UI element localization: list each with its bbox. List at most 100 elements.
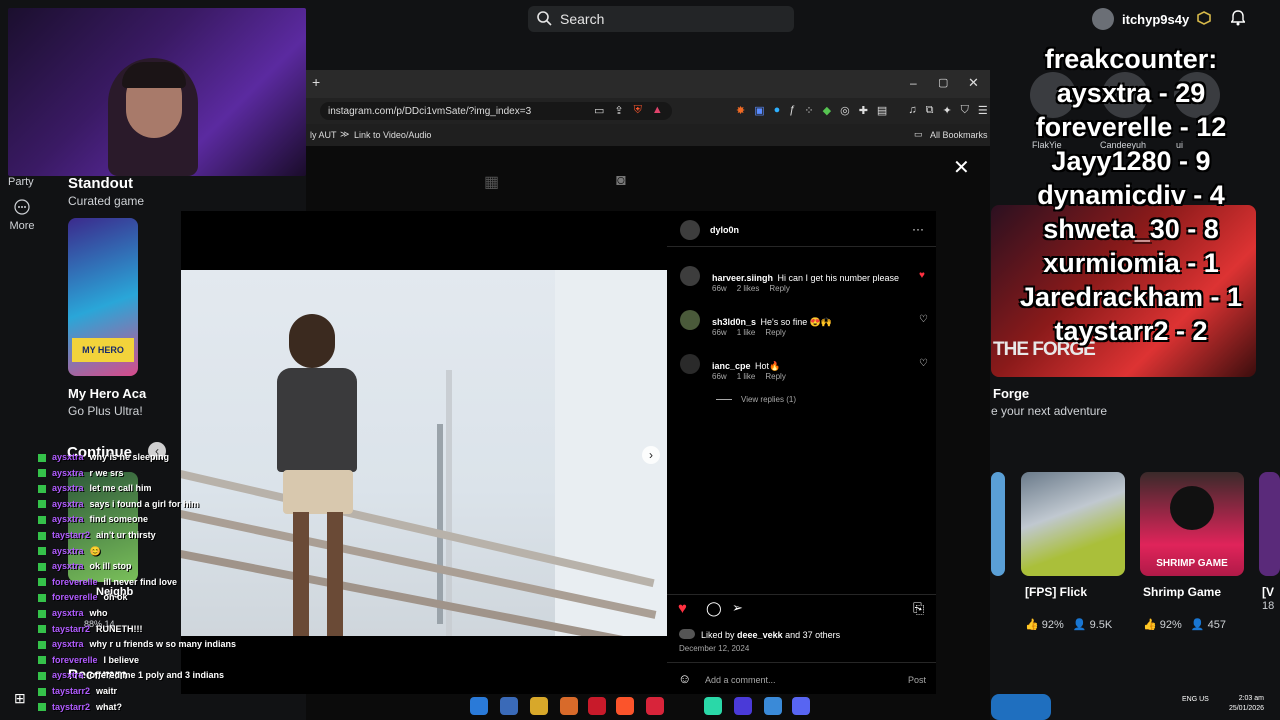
game-title-forge[interactable]: Forge — [993, 386, 1029, 401]
game-thumbnail-partial[interactable] — [991, 472, 1005, 576]
bookmark-1[interactable]: ly AUT — [310, 130, 337, 140]
author-avatar[interactable] — [680, 220, 700, 240]
chat-message: aysxtra why r u friends w so many indians — [38, 637, 278, 653]
extension-icon-6[interactable]: ◆ — [823, 104, 831, 117]
sidebar-icon[interactable]: ▤ — [877, 104, 887, 117]
system-tray[interactable]: ENG US 2:03 am 25/01/2026 — [1164, 694, 1280, 720]
chat-text: r we srs — [89, 467, 124, 478]
comment-avatar[interactable] — [680, 354, 700, 374]
comment-reply[interactable]: Reply — [765, 372, 785, 381]
puzzle-icon[interactable]: ✚ — [859, 104, 868, 117]
heart-icon[interactable]: ♡ — [919, 358, 928, 369]
menu-icon[interactable]: ☰ — [978, 104, 988, 117]
chat-message: aysxtra r we srs — [38, 466, 278, 482]
game-title-flick[interactable]: [FPS] Flick — [1025, 585, 1087, 599]
start-icon[interactable] — [470, 697, 488, 715]
liked-by-user[interactable]: deee_vekk — [737, 630, 783, 640]
post-comment-button[interactable]: Post — [908, 675, 926, 685]
game-thumbnail-my-hero[interactable]: MY HERO — [68, 218, 138, 376]
comment-user[interactable]: sh3ld0n_s — [712, 317, 756, 327]
extension-icon-1[interactable]: ✸ — [736, 104, 745, 117]
comment-input[interactable]: Add a comment... — [705, 675, 776, 685]
windows-start-icon[interactable]: ⊞ — [14, 690, 26, 707]
avatar — [1092, 8, 1114, 30]
taskbar-app-icon[interactable] — [500, 697, 518, 715]
chat-message: aysxtra why is he sleeping — [38, 450, 278, 466]
taskbar-app-icon[interactable] — [560, 697, 578, 715]
close-window-icon[interactable]: ✕ — [968, 75, 979, 91]
view-replies[interactable]: View replies (1) — [741, 395, 796, 404]
install-icon[interactable]: ▭ — [594, 104, 604, 117]
taskbar-app-icon[interactable] — [704, 697, 722, 715]
share-icon[interactable]: ⇪ — [614, 104, 623, 117]
taskbar-app-icon[interactable] — [734, 697, 752, 715]
post-date: December 12, 2024 — [679, 644, 750, 653]
taskbar-app-icon[interactable] — [588, 697, 606, 715]
game-title-my-hero[interactable]: My Hero Aca — [68, 386, 146, 401]
comment-likes[interactable]: 1 like — [737, 328, 756, 337]
all-bookmarks[interactable]: All Bookmarks — [930, 130, 988, 140]
vpn-icon[interactable]: ⛉ — [961, 104, 969, 117]
new-tab-icon[interactable]: + — [312, 74, 320, 90]
tabs-icon[interactable]: ⧉ — [926, 104, 934, 117]
minimize-icon[interactable]: – — [910, 76, 917, 90]
discord-icon[interactable] — [792, 697, 810, 715]
next-image-button[interactable]: › — [642, 446, 660, 464]
comment-reply[interactable]: Reply — [765, 328, 785, 337]
leo-icon[interactable]: ✦ — [942, 104, 951, 117]
comment-reply[interactable]: Reply — [769, 284, 789, 293]
bookmark-2[interactable]: Link to Video/Audio — [354, 130, 431, 140]
taskbar-app-icon[interactable] — [646, 697, 664, 715]
brave-rewards-icon[interactable]: ▲ — [652, 104, 663, 117]
extension-icon-4[interactable]: ƒ — [789, 104, 795, 117]
post-author[interactable]: dylo0n — [710, 225, 739, 235]
more-options-icon[interactable]: ··· — [912, 222, 924, 236]
comment-likes[interactable]: 2 likes — [737, 284, 760, 293]
user-menu[interactable]: itchyp9s4y — [1092, 6, 1247, 32]
comment-likes[interactable]: 1 like — [737, 372, 756, 381]
close-modal-icon[interactable]: ✕ — [953, 155, 970, 180]
extension-icon-2[interactable]: ▣ — [754, 104, 764, 117]
extension-icon-5[interactable]: ⁘ — [804, 104, 813, 117]
heart-liked-icon[interactable]: ♥ — [919, 270, 925, 281]
game-title-partial[interactable]: [V — [1262, 585, 1274, 599]
chat-username: aysxtra — [52, 498, 84, 509]
maximize-icon[interactable]: ▢ — [938, 76, 948, 89]
share-icon[interactable]: ➢ — [732, 600, 743, 616]
media-icon[interactable]: ♫ — [908, 104, 916, 117]
game-thumbnail-partial-right[interactable] — [1259, 472, 1280, 576]
tagged-icon[interactable]: ◙ — [616, 172, 626, 190]
extensions-toolbar: ✸ ▣ ● ƒ ⁘ ◆ ◎ ✚ ▤ ♫ ⧉ ✦ ⛉ ☰ — [736, 104, 988, 117]
game-thumbnail-bottom[interactable] — [991, 694, 1051, 720]
grid-icon[interactable]: ▦ — [484, 172, 499, 192]
brave-icon[interactable] — [616, 697, 634, 715]
chat-message: aysxtra offered me 1 poly and 3 indians — [38, 668, 278, 684]
comment-user[interactable]: harveer.siingh — [712, 273, 773, 283]
bell-icon[interactable] — [1230, 9, 1247, 29]
game-thumbnail-shrimp[interactable]: SHRIMP GAME — [1140, 472, 1244, 576]
comment-avatar[interactable] — [680, 310, 700, 330]
comment-avatar[interactable] — [680, 266, 700, 286]
browser-tab-strip: + – ▢ ✕ — [306, 70, 990, 98]
like-button-icon[interactable]: ♥ — [678, 600, 687, 617]
taskbar-app-icon[interactable] — [764, 697, 782, 715]
robux-icon[interactable] — [1197, 10, 1212, 28]
liked-by-rest[interactable]: and 37 others — [785, 630, 840, 640]
chat-badge-icon — [38, 593, 46, 602]
extension-icon-3[interactable]: ● — [774, 104, 781, 117]
extension-icon-7[interactable]: ◎ — [840, 104, 850, 117]
comment-user[interactable]: ianc_cpe — [712, 361, 751, 371]
divider — [667, 246, 936, 247]
chat-badge-icon — [38, 484, 46, 493]
comment-icon[interactable]: ◯ — [706, 600, 722, 617]
brave-shield-icon[interactable]: ⛨ — [634, 104, 642, 117]
search-input[interactable]: Search — [528, 6, 794, 32]
emoji-icon[interactable]: ☺ — [678, 671, 691, 686]
save-bookmark-icon[interactable]: ⎘ — [913, 600, 924, 617]
heart-icon[interactable]: ♡ — [919, 314, 928, 325]
chat-message: taystarr2 RUNETH!!! — [38, 622, 278, 638]
folder-icon[interactable] — [530, 697, 548, 715]
game-thumbnail-flick[interactable] — [1021, 472, 1125, 576]
nav-more[interactable]: More — [8, 193, 36, 237]
game-title-shrimp[interactable]: Shrimp Game — [1143, 585, 1221, 599]
